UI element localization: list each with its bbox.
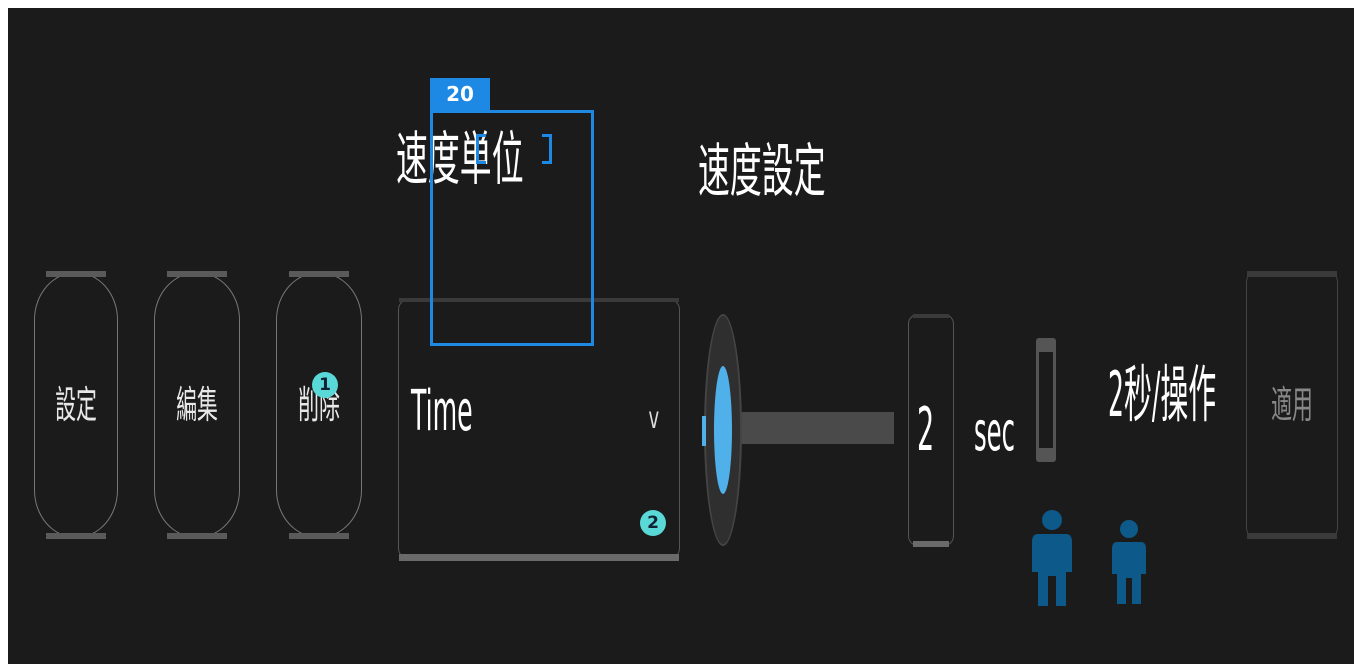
settings-button[interactable]: 設定 <box>34 271 118 539</box>
settings-button-label: 設定 <box>55 383 97 427</box>
apply-button[interactable]: 適用 <box>1246 271 1338 539</box>
focus-corner-left-icon <box>476 134 486 164</box>
speed-slider-track[interactable] <box>736 412 894 444</box>
select-value: Time <box>411 379 473 444</box>
focus-corner-right-icon <box>542 134 552 164</box>
toggle-inner <box>1039 352 1053 448</box>
person-icon-large <box>1032 510 1072 606</box>
select-bottom-bar <box>399 554 679 561</box>
annotation-box <box>430 110 594 346</box>
edit-button-cap-bottom <box>166 533 228 539</box>
chevron-down-icon[interactable]: v <box>649 401 660 436</box>
person-icon-small <box>1112 520 1146 604</box>
apply-button-cap-top <box>1247 271 1337 277</box>
speed-value-input[interactable]: 2 <box>908 314 954 547</box>
per-operation-label: 2秒/操作 <box>1108 358 1217 431</box>
apply-button-cap-bottom <box>1247 533 1337 539</box>
input-top-bar <box>913 314 949 318</box>
speed-slider-handle[interactable] <box>702 314 742 546</box>
delete-button[interactable]: 削除 <box>276 271 362 539</box>
edit-button-cap-top <box>166 271 228 277</box>
settings-button-cap-bottom <box>46 533 106 539</box>
settings-button-cap-top <box>46 271 106 277</box>
delete-button-cap-bottom <box>288 533 350 539</box>
speed-setting-label: 速度設定 <box>698 137 826 205</box>
delete-button-cap-top <box>288 271 350 277</box>
app-screen: 速度単位 速度設定 設定 編集 削除 1 Time v 2 20 2 sec 2… <box>8 8 1354 664</box>
badge-1: 1 <box>312 372 338 398</box>
toggle-switch[interactable] <box>1036 338 1056 462</box>
annotation-tag: 20 <box>430 78 490 110</box>
slider-tick <box>702 416 706 446</box>
apply-button-label: 適用 <box>1271 383 1313 427</box>
input-bottom-bar <box>913 541 949 547</box>
edit-button-label: 編集 <box>176 383 218 427</box>
badge-2: 2 <box>640 510 666 536</box>
slider-handle-inner <box>714 366 732 494</box>
edit-button[interactable]: 編集 <box>154 271 240 539</box>
speed-unit-text: sec <box>974 400 1015 463</box>
speed-value: 2 <box>917 395 935 465</box>
